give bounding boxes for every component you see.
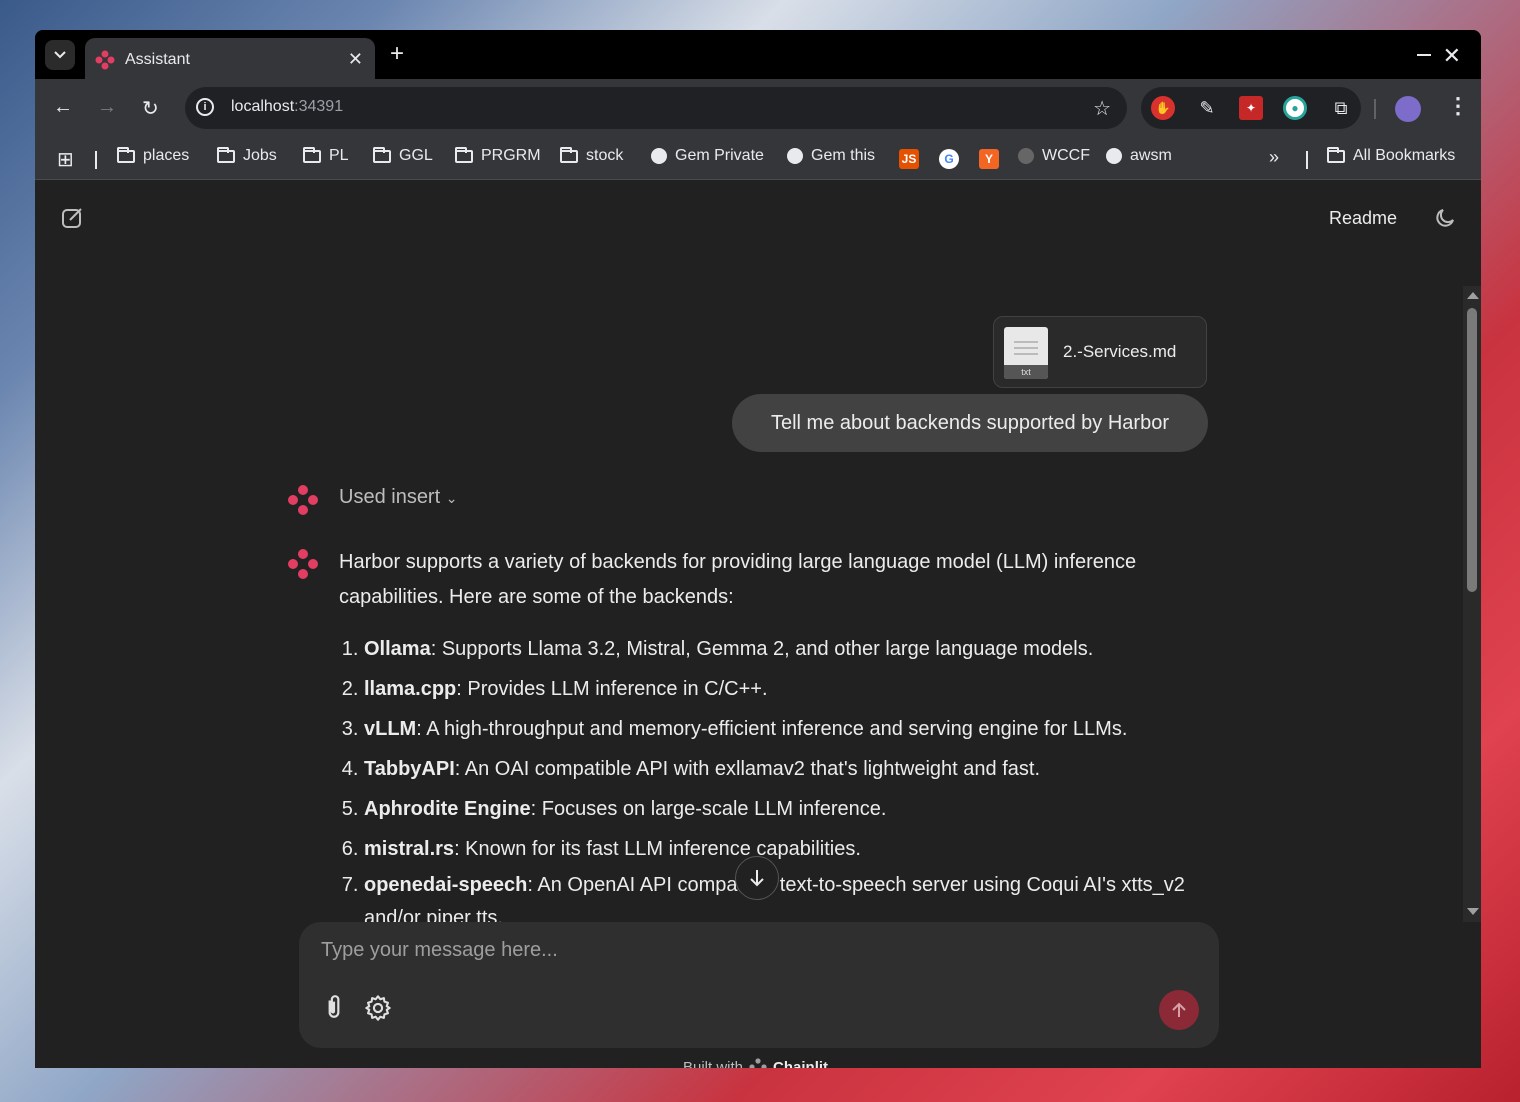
settings-gear-icon[interactable] — [364, 994, 392, 1022]
bookmark-jobs[interactable]: Jobs — [217, 146, 277, 165]
github-icon — [1106, 148, 1122, 164]
list-item: TabbyAPI: An OAI compatible API with exl… — [364, 749, 1219, 789]
folder-icon — [303, 146, 321, 163]
list-item: Ollama: Supports Llama 3.2, Mistral, Gem… — [364, 629, 1219, 669]
new-chat-icon[interactable] — [61, 206, 85, 230]
bookmark-prgrm[interactable]: PRGRM — [455, 146, 541, 165]
magic-wand-extension-icon[interactable]: ✦ — [1239, 96, 1263, 120]
close-tab-icon[interactable]: ✕ — [348, 49, 363, 70]
browser-window: Assistant ✕ + ✕ ← → ↻ i localhost:34391 … — [35, 30, 1481, 1068]
bookmark-wccf[interactable]: WCCF — [1018, 147, 1090, 165]
scroll-up-arrow-icon[interactable] — [1467, 292, 1479, 299]
list-item: openedai-speech: An OpenAI API compatibl… — [364, 869, 1219, 924]
message-input[interactable] — [319, 938, 1123, 963]
apps-grid-icon[interactable]: ⊞ — [57, 147, 74, 172]
bookmark-star-icon[interactable]: ☆ — [1093, 96, 1111, 121]
list-item: vLLM: A high-throughput and memory-effic… — [364, 709, 1219, 749]
scroll-down-arrow-icon[interactable] — [1467, 908, 1479, 915]
profile-avatar[interactable] — [1395, 96, 1421, 122]
chat-app: Readme txt 2.-Services.md Tell me about … — [35, 180, 1481, 1068]
messages-area: txt 2.-Services.md Tell me about backend… — [35, 280, 1463, 924]
arrow-down-icon — [750, 870, 764, 887]
bookmark-pl[interactable]: PL — [303, 146, 349, 165]
ublock-extension-icon[interactable]: ✋ — [1151, 96, 1175, 120]
toolbar-divider — [1374, 99, 1376, 119]
message-composer — [299, 922, 1219, 1048]
readme-button[interactable]: Readme — [1329, 208, 1397, 229]
google-bookmark-icon[interactable]: G — [939, 149, 959, 169]
tab-assistant[interactable]: Assistant ✕ — [85, 38, 375, 79]
scroll-to-bottom-button[interactable] — [735, 856, 779, 900]
all-bookmarks-button[interactable]: All Bookmarks — [1327, 146, 1455, 165]
file-icon: txt — [1004, 327, 1048, 379]
file-ext-label: txt — [1004, 365, 1048, 379]
list-item: llama.cpp: Provides LLM inference in C/C… — [364, 669, 1219, 709]
ycombinator-bookmark-icon[interactable]: Y — [979, 149, 999, 169]
bookmark-gem-this[interactable]: Gem this — [787, 147, 875, 165]
tab-strip: Assistant ✕ + ✕ — [35, 30, 1481, 79]
backend-list: Ollama: Supports Llama 3.2, Mistral, Gem… — [339, 629, 1219, 924]
more-menu-icon[interactable]: ⋮ — [1447, 93, 1469, 119]
folder-icon — [1327, 146, 1345, 163]
tool-step-toggle[interactable]: Used insert ⌄ — [339, 486, 457, 509]
moon-theme-icon[interactable] — [1433, 206, 1457, 230]
browser-toolbar: ← → ↻ i localhost:34391 ☆ ✋ ✎ ✦ ● ⧉ ⋮ — [35, 79, 1481, 137]
forward-arrow-icon[interactable]: → — [97, 96, 117, 119]
list-item: mistral.rs: Known for its fast LLM infer… — [364, 829, 1219, 869]
js-bookmark-icon[interactable]: JS — [899, 149, 919, 169]
new-tab-button[interactable]: + — [390, 42, 404, 66]
bookmark-divider — [1306, 151, 1308, 169]
tab-search-button[interactable] — [45, 40, 75, 70]
globe-icon — [787, 148, 803, 164]
puzzle-extensions-icon[interactable]: ⧉ — [1329, 96, 1353, 120]
tab-title: Assistant — [125, 51, 190, 68]
bookmark-gem-private[interactable]: Gem Private — [651, 147, 764, 165]
reload-icon[interactable]: ↻ — [142, 96, 159, 121]
assistant-intro: Harbor supports a variety of backends fo… — [339, 551, 1137, 608]
user-message: Tell me about backends supported by Harb… — [732, 394, 1208, 452]
built-with-footer[interactable]: Built with Chainlit — [683, 1058, 828, 1068]
bookmark-divider — [95, 151, 97, 169]
send-button[interactable] — [1159, 990, 1199, 1030]
globe-icon — [651, 148, 667, 164]
bookmark-awsm[interactable]: awsm — [1106, 147, 1172, 165]
address-bar[interactable]: i localhost:34391 ☆ — [185, 87, 1127, 129]
url-text: localhost:34391 — [231, 98, 344, 115]
bookmark-places[interactable]: places — [117, 146, 189, 165]
folder-icon — [217, 146, 235, 163]
eyedropper-extension-icon[interactable]: ✎ — [1195, 96, 1219, 120]
bookmark-ggl[interactable]: GGL — [373, 146, 433, 165]
list-item: Aphrodite Engine: Focuses on large-scale… — [364, 789, 1219, 829]
folder-icon — [373, 146, 391, 163]
chainlit-logo-icon — [95, 50, 115, 70]
arrow-up-icon — [1172, 1002, 1186, 1017]
paperclip-icon[interactable] — [321, 994, 347, 1020]
assistant-avatar-icon — [288, 485, 318, 515]
lock-extension-icon[interactable]: ● — [1283, 96, 1307, 120]
assistant-avatar-icon — [288, 549, 318, 579]
extensions-group: ✋ ✎ ✦ ● ⧉ — [1141, 87, 1361, 129]
site-icon — [1018, 148, 1034, 164]
chevron-down-icon: ⌄ — [445, 490, 458, 506]
bookmarks-bar: ⊞ places Jobs PL GGL PRGRM stock Gem Pri… — [35, 137, 1481, 180]
close-window-button[interactable]: ✕ — [1443, 43, 1461, 69]
folder-icon — [455, 146, 473, 163]
back-arrow-icon[interactable]: ← — [53, 96, 73, 119]
bookmark-stock[interactable]: stock — [560, 146, 623, 165]
minimize-button[interactable] — [1417, 54, 1431, 56]
file-name: 2.-Services.md — [1063, 342, 1177, 361]
assistant-message: Harbor supports a variety of backends fo… — [339, 545, 1219, 924]
attachment-card[interactable]: txt 2.-Services.md — [993, 316, 1207, 388]
folder-icon — [560, 146, 578, 163]
folder-icon — [117, 146, 135, 163]
scrollbar-thumb[interactable] — [1467, 308, 1477, 592]
chevron-down-icon — [54, 51, 66, 59]
bookmarks-overflow-button[interactable]: » — [1269, 147, 1279, 168]
chainlit-logo-icon — [749, 1058, 767, 1068]
site-info-icon[interactable]: i — [196, 98, 214, 116]
